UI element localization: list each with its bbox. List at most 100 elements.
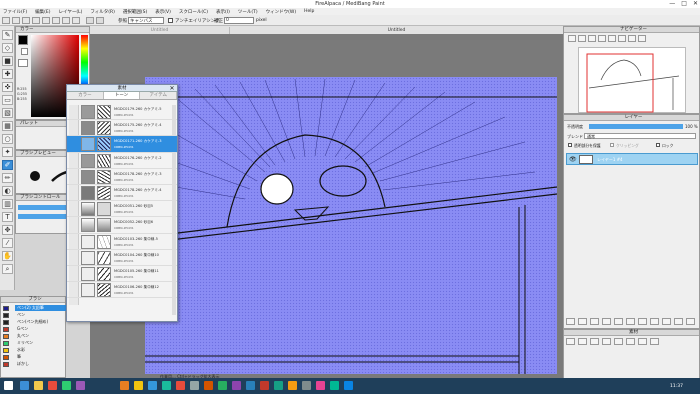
selection-pen-icon[interactable]: ✏ bbox=[2, 173, 13, 183]
taskbar-app-icon[interactable] bbox=[176, 381, 185, 390]
rotate-right-icon[interactable] bbox=[628, 35, 636, 42]
trash-icon[interactable] bbox=[686, 318, 695, 325]
antialias-checkbox[interactable] bbox=[168, 18, 173, 23]
text-tool-icon[interactable]: T bbox=[2, 212, 13, 222]
protect-checkbox[interactable] bbox=[568, 143, 572, 147]
transparent-swatch[interactable] bbox=[18, 59, 28, 67]
dot-tool-icon[interactable]: ■ bbox=[2, 56, 13, 66]
toolbar-btn-1[interactable] bbox=[2, 17, 10, 24]
tone-item[interactable]: MGDC0052-260 砂目6 CRBN-#5431 bbox=[67, 217, 177, 234]
brush-item[interactable]: ペン(ペン先細め) bbox=[15, 319, 67, 325]
menu-help[interactable]: Help bbox=[304, 9, 314, 14]
material-btn-icon[interactable] bbox=[602, 338, 611, 345]
eyedropper-tool-icon[interactable]: ⁄ bbox=[2, 238, 13, 248]
close-icon[interactable]: ✕ bbox=[693, 0, 698, 7]
material-btn-icon[interactable] bbox=[566, 338, 575, 345]
maximize-icon[interactable]: □ bbox=[681, 0, 687, 7]
brush-item[interactable]: Gペン bbox=[15, 326, 67, 332]
toolbar-btn-2[interactable] bbox=[12, 17, 20, 24]
merge-down-icon[interactable] bbox=[626, 318, 635, 325]
undo-icon[interactable] bbox=[86, 17, 94, 24]
brush-item[interactable]: ぼかし bbox=[15, 361, 67, 367]
doc-tab-2[interactable]: Untitled bbox=[230, 27, 563, 34]
taskbar-app-icon[interactable] bbox=[204, 381, 213, 390]
menu-tool[interactable]: ツール(T) bbox=[238, 9, 258, 15]
material-btn-icon[interactable] bbox=[578, 338, 587, 345]
menu-window[interactable]: ウィンドウ(W) bbox=[266, 9, 296, 15]
taskbar-app-icon[interactable] bbox=[48, 381, 57, 390]
rotate-left-icon[interactable] bbox=[608, 35, 616, 42]
rotate-reset-icon[interactable] bbox=[618, 35, 626, 42]
menu-display[interactable]: 表示(I) bbox=[216, 9, 230, 15]
new-1bit-layer-icon[interactable] bbox=[590, 318, 599, 325]
zoom-tool-icon[interactable]: ⌕ bbox=[2, 264, 13, 274]
folder-icon[interactable] bbox=[638, 318, 647, 325]
tone-item[interactable]: MGDC0103-260 集中線-5 CRBN-#5431 bbox=[67, 234, 177, 250]
tone-item[interactable]: MGDC0175-260 カケアミ-4 CRBN-#5431 bbox=[67, 120, 177, 137]
material-btn-icon[interactable] bbox=[614, 338, 623, 345]
brush-tool-icon[interactable]: ✐ bbox=[2, 160, 13, 170]
tone-item[interactable]: MGDC0104-260 集中線10 CRBN-#5431 bbox=[67, 250, 177, 266]
menu-select[interactable]: 選択範囲(S) bbox=[123, 9, 147, 15]
brush-item[interactable]: 丸ペン bbox=[15, 333, 67, 339]
menu-view[interactable]: 表示(V) bbox=[155, 9, 171, 15]
taskbar-app-icon[interactable] bbox=[302, 381, 311, 390]
close-icon[interactable]: ✕ bbox=[168, 85, 176, 92]
tab-item[interactable]: アイテム bbox=[140, 92, 178, 99]
transform-tool-icon[interactable]: ✜ bbox=[2, 82, 13, 92]
minimize-icon[interactable]: — bbox=[669, 0, 675, 7]
canvas-paper[interactable] bbox=[145, 77, 557, 374]
operation-tool-icon[interactable]: ✥ bbox=[2, 225, 13, 235]
correction-input[interactable]: 0 bbox=[224, 17, 254, 24]
eraser-tool-icon[interactable]: ◇ bbox=[2, 43, 13, 53]
lasso-tool-icon[interactable]: ○ bbox=[2, 134, 13, 144]
taskbar-app-icon[interactable] bbox=[316, 381, 325, 390]
zoom-in-icon[interactable] bbox=[568, 35, 576, 42]
layer-item[interactable]: 👁 レイヤー1 #4 bbox=[566, 153, 698, 165]
taskbar-app-icon[interactable] bbox=[260, 381, 269, 390]
fill-tool-icon[interactable]: ▧ bbox=[2, 108, 13, 118]
select-tool-icon[interactable]: ▭ bbox=[2, 95, 13, 105]
toolbar-btn-6[interactable] bbox=[52, 17, 60, 24]
blend-select[interactable]: 通常 bbox=[584, 133, 696, 139]
taskbar-app-icon[interactable] bbox=[246, 381, 255, 390]
toolbar-btn-8[interactable] bbox=[72, 17, 80, 24]
brush-item[interactable]: ペン bbox=[15, 312, 67, 318]
flip-icon[interactable] bbox=[638, 35, 646, 42]
clip-checkbox[interactable] bbox=[610, 143, 614, 147]
hand-tool-icon[interactable]: ✋ bbox=[2, 251, 13, 261]
pen-tool-icon[interactable]: ✎ bbox=[2, 30, 13, 40]
taskbar-app-icon[interactable] bbox=[274, 381, 283, 390]
tab-tone[interactable]: トーン bbox=[103, 92, 141, 99]
eye-icon[interactable]: 👁 bbox=[569, 156, 577, 163]
duplicate-layer-icon[interactable] bbox=[614, 318, 623, 325]
gradient-tool-icon[interactable]: ▦ bbox=[2, 121, 13, 131]
brush-item[interactable]: ミリペン bbox=[15, 340, 67, 346]
brush-item[interactable]: 筆 bbox=[15, 354, 67, 360]
move-tool-icon[interactable]: ✚ bbox=[2, 69, 13, 79]
taskbar-app-icon[interactable] bbox=[162, 381, 171, 390]
taskbar-app-icon[interactable] bbox=[330, 381, 339, 390]
halftone-layer-icon[interactable] bbox=[602, 318, 611, 325]
tone-item[interactable]: MGDC0176-260 カケアミ-2 CRBN-#5431 bbox=[67, 153, 177, 169]
material-btn-icon[interactable] bbox=[626, 338, 635, 345]
taskbar-app-icon[interactable] bbox=[148, 381, 157, 390]
fit-icon[interactable] bbox=[588, 35, 596, 42]
new-layer-icon[interactable] bbox=[566, 318, 575, 325]
secondary-color-swatch[interactable] bbox=[21, 48, 28, 55]
toolbar-btn-7[interactable] bbox=[62, 17, 70, 24]
lock-checkbox[interactable] bbox=[656, 143, 660, 147]
tone-item[interactable]: MGDC0179-260 カケアミ-5 CRBN-#5431 bbox=[67, 104, 177, 121]
reference-select[interactable]: キャンバス bbox=[128, 17, 164, 24]
material-btn-icon[interactable] bbox=[638, 338, 647, 345]
menu-edit[interactable]: 編集(E) bbox=[35, 9, 50, 15]
taskbar-app-icon[interactable] bbox=[190, 381, 199, 390]
divide-tool-icon[interactable]: ▥ bbox=[2, 199, 13, 209]
taskbar-app-icon[interactable] bbox=[134, 381, 143, 390]
brush-item[interactable]: 水彩 bbox=[15, 347, 67, 353]
actual-size-icon[interactable] bbox=[598, 35, 606, 42]
tone-item[interactable]: MGDC0178-260 カケアミ-4 CRBN-#5431 bbox=[67, 185, 177, 202]
menu-filter[interactable]: フィルタ(R) bbox=[90, 9, 115, 15]
tone-item[interactable]: MGDC0051-260 砂目5 CRBN-#5431 bbox=[67, 201, 177, 218]
primary-color-swatch[interactable] bbox=[18, 35, 28, 45]
